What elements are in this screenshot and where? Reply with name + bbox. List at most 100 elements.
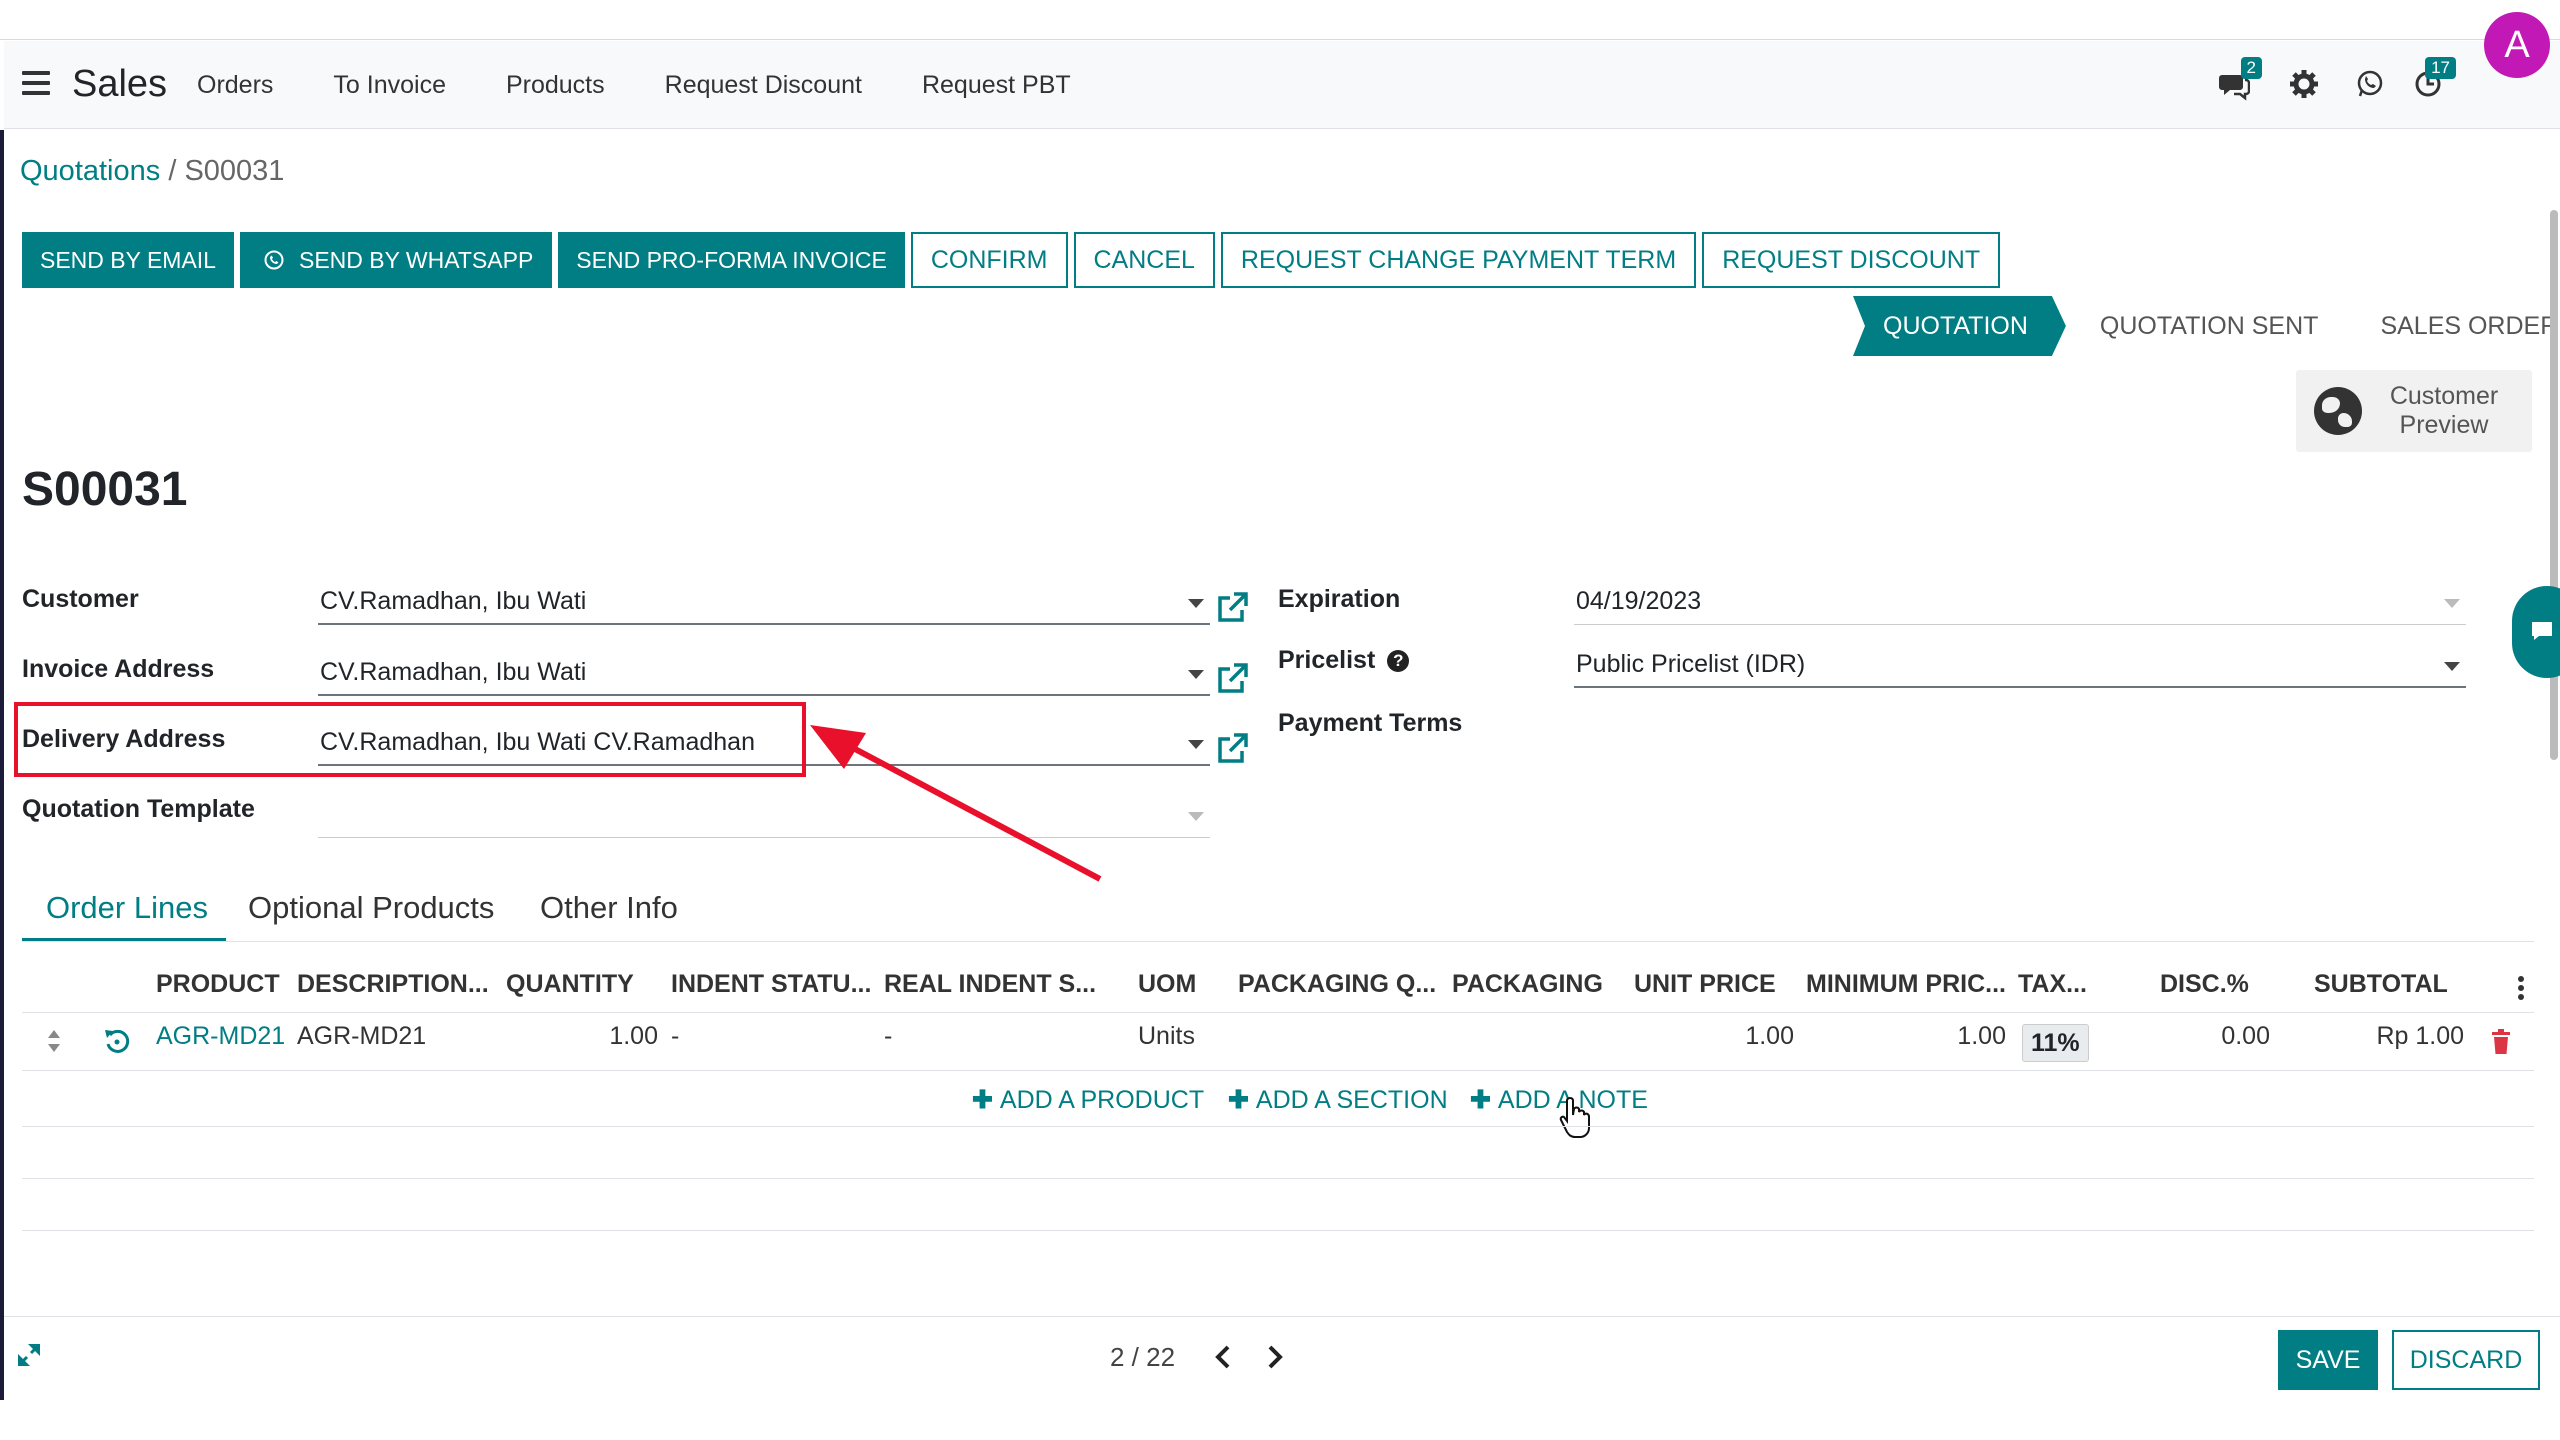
send-by-email-label: SEND BY EMAIL: [40, 247, 216, 273]
column-header-subtotal[interactable]: SUBTOTAL: [2314, 970, 2448, 999]
record-title: S00031: [22, 463, 188, 516]
expiration-field[interactable]: 04/19/2023: [1574, 583, 2466, 625]
messages-count-badge: 2: [2240, 57, 2262, 79]
plus-icon: ✚: [1228, 1086, 1256, 1114]
send-by-whatsapp-button[interactable]: SEND BY WHATSAPP: [239, 232, 553, 288]
invoice-address-label: Invoice Address: [22, 655, 215, 683]
column-header-indent-status[interactable]: INDENT STATU...: [671, 970, 871, 999]
chevron-down-icon[interactable]: [1188, 740, 1204, 749]
nav-item-request-discount[interactable]: Request Discount: [665, 71, 862, 100]
nav-menu: Orders To Invoice Products Request Disco…: [197, 71, 1131, 100]
row-unit-price[interactable]: 1.00: [1700, 1022, 1794, 1051]
globe-icon: [2314, 387, 2362, 435]
nav-item-orders[interactable]: Orders: [197, 71, 273, 100]
column-header-packaging[interactable]: PACKAGING: [1452, 970, 1603, 999]
column-header-description[interactable]: DESCRIPTION...: [297, 970, 489, 999]
settings-gear-icon[interactable]: [2286, 69, 2322, 105]
column-header-uom[interactable]: UOM: [1138, 970, 1196, 999]
row-real-indent: -: [884, 1022, 893, 1050]
annotation-arrow-icon: [810, 725, 1102, 882]
customer-field[interactable]: CV.Ramadhan, Ibu Wati: [318, 583, 1210, 625]
external-link-icon[interactable]: [1214, 661, 1250, 697]
customer-preview-line1: Customer: [2389, 382, 2499, 410]
add-section-link[interactable]: ✚ ADD A SECTION: [1228, 1085, 1448, 1115]
chevron-right-icon[interactable]: [1264, 1344, 1286, 1370]
stage-quotation-sent[interactable]: QUOTATION SENT: [2066, 296, 2353, 356]
row-product[interactable]: AGR-MD21: [156, 1022, 285, 1051]
chevron-down-icon[interactable]: [2444, 599, 2460, 608]
invoice-address-field[interactable]: CV.Ramadhan, Ibu Wati: [318, 654, 1210, 696]
hand-cursor-icon: [1559, 1096, 1590, 1138]
row-uom[interactable]: Units: [1138, 1022, 1195, 1051]
empty-row-divider: [22, 1126, 2534, 1127]
pricelist-value: Public Pricelist (IDR): [1576, 650, 1806, 678]
chevron-left-icon[interactable]: [1212, 1344, 1234, 1370]
discard-button[interactable]: DISCARD: [2392, 1330, 2540, 1390]
messages-icon[interactable]: 2: [2216, 57, 2262, 105]
send-by-email-button[interactable]: SEND BY EMAIL: [22, 232, 234, 288]
table-header-divider: [22, 1012, 2534, 1013]
confirm-button[interactable]: CONFIRM: [910, 232, 1068, 288]
request-discount-button[interactable]: REQUEST DISCOUNT: [1702, 232, 2001, 288]
nav-item-request-pbt[interactable]: Request PBT: [922, 71, 1071, 100]
breadcrumb-quotations[interactable]: Quotations: [20, 155, 160, 187]
expand-icon[interactable]: [16, 1342, 42, 1368]
row-divider: [22, 1070, 2534, 1071]
row-quantity[interactable]: 1.00: [560, 1022, 658, 1051]
tab-order-lines[interactable]: Order Lines: [46, 890, 208, 926]
column-header-real-indent[interactable]: REAL INDENT S...: [884, 970, 1096, 999]
nav-item-products[interactable]: Products: [506, 71, 605, 100]
app-name[interactable]: Sales: [72, 63, 167, 106]
pricelist-label: Pricelist?: [1278, 646, 1410, 675]
column-options-icon[interactable]: [2516, 975, 2526, 1001]
reset-icon[interactable]: [102, 1026, 132, 1056]
pager-value[interactable]: 2 / 22: [1110, 1342, 1175, 1373]
drag-handle-icon[interactable]: [46, 1028, 62, 1054]
chevron-down-icon[interactable]: [1188, 670, 1204, 679]
row-discount[interactable]: 0.00: [2170, 1022, 2270, 1051]
request-change-payment-term-button[interactable]: REQUEST CHANGE PAYMENT TERM: [1220, 232, 1697, 288]
tab-optional-products[interactable]: Optional Products: [248, 890, 494, 926]
chat-widget-button[interactable]: [2512, 586, 2560, 678]
customer-value: CV.Ramadhan, Ibu Wati: [320, 587, 587, 615]
nav-item-to-invoice[interactable]: To Invoice: [333, 71, 446, 100]
tab-other-info[interactable]: Other Info: [540, 890, 678, 926]
row-subtotal: Rp 1.00: [2376, 1022, 2464, 1050]
chevron-down-icon[interactable]: [1188, 599, 1204, 608]
main-navbar: Sales Orders To Invoice Products Request…: [4, 41, 2560, 129]
pricelist-field[interactable]: Public Pricelist (IDR): [1574, 646, 2466, 688]
row-description[interactable]: AGR-MD21: [297, 1022, 426, 1051]
column-header-product[interactable]: PRODUCT: [156, 970, 280, 999]
window-top-band: [0, 0, 2560, 40]
notebook-tabs: Order Lines Optional Products Other Info: [22, 880, 2534, 942]
send-by-whatsapp-label: SEND BY WHATSAPP: [298, 247, 534, 273]
column-header-quantity[interactable]: QUANTITY: [506, 970, 634, 999]
column-header-unit-price[interactable]: UNIT PRICE: [1634, 970, 1776, 999]
column-header-discount[interactable]: DISC.%: [2160, 970, 2249, 999]
user-avatar[interactable]: A: [2484, 12, 2550, 78]
column-header-packaging-qty[interactable]: PACKAGING Q...: [1238, 970, 1436, 999]
activities-clock-icon[interactable]: 17: [2410, 57, 2456, 105]
whatsapp-icon[interactable]: [2352, 69, 2388, 105]
chevron-down-icon[interactable]: [2444, 662, 2460, 671]
add-product-link[interactable]: ✚ ADD A PRODUCT: [972, 1085, 1204, 1115]
stage-sales-order[interactable]: SALES ORDER: [2352, 296, 2560, 356]
invoice-address-value: CV.Ramadhan, Ibu Wati: [320, 658, 587, 686]
chevron-down-icon[interactable]: [1188, 812, 1204, 821]
column-header-tax[interactable]: TAX...: [2018, 970, 2087, 999]
customer-preview-label: Customer Preview: [2384, 382, 2504, 440]
column-header-minimum-price[interactable]: MINIMUM PRIC...: [1806, 970, 2006, 999]
hamburger-menu-icon[interactable]: [22, 71, 50, 95]
help-icon[interactable]: ?: [1387, 650, 1410, 672]
delete-trash-icon[interactable]: [2490, 1029, 2512, 1055]
empty-row-divider: [22, 1230, 2534, 1231]
row-tax-tag[interactable]: 11%: [2022, 1024, 2089, 1062]
external-link-icon[interactable]: [1214, 731, 1250, 767]
stage-quotation[interactable]: QUOTATION: [1853, 296, 2066, 356]
whatsapp-icon: [264, 250, 284, 270]
customer-preview-button[interactable]: Customer Preview: [2296, 370, 2532, 452]
save-button[interactable]: SAVE: [2278, 1330, 2378, 1390]
external-link-icon[interactable]: [1214, 590, 1250, 626]
cancel-button[interactable]: CANCEL: [1073, 232, 1215, 288]
send-proforma-invoice-button[interactable]: SEND PRO-FORMA INVOICE: [558, 232, 905, 288]
